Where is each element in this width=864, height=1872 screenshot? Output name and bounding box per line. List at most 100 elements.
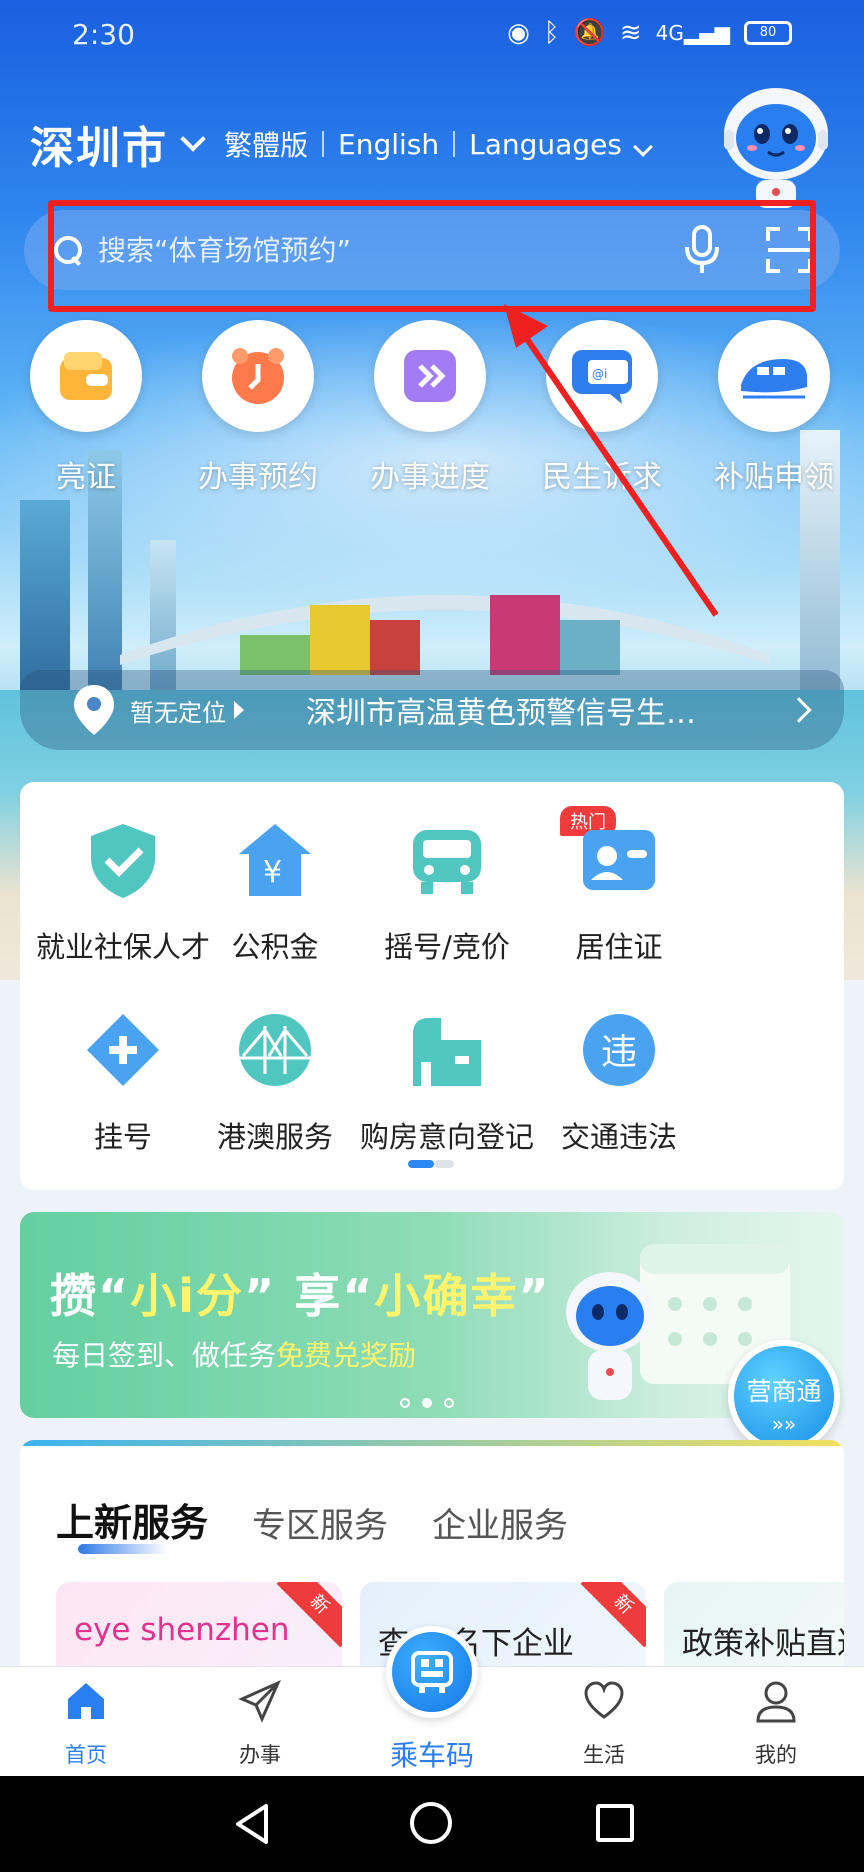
weather-alert-text[interactable]: 深圳市高温黄色预警信号生…	[306, 688, 790, 732]
violation-icon: 违	[583, 1014, 655, 1086]
quick-action-show-id[interactable]: 亮证	[0, 320, 172, 496]
location-status: 暂无定位	[130, 698, 226, 727]
home-circle-icon[interactable]	[410, 1802, 452, 1844]
page-dot-active	[408, 1160, 434, 1168]
business-service-floating-button[interactable]: 营商通 »»	[728, 1340, 840, 1452]
services-card: 就业社保人才 ¥ 公积金 摇号/竞价 热门 居住证 挂号 港澳服务 购房意向登记…	[20, 782, 844, 1190]
traditional-chinese-link[interactable]: 繁體版	[224, 124, 308, 164]
tile-text: 政策补贴直达	[682, 1626, 844, 1662]
train-icon	[718, 320, 830, 432]
tile-text: eye shenzhen	[74, 1612, 290, 1648]
network-type: 4G	[655, 21, 684, 45]
service-label: 交通违法	[560, 1120, 677, 1154]
svg-text:违: 违	[601, 1032, 637, 1073]
carousel-dot-active	[422, 1398, 432, 1408]
carousel-dot	[400, 1398, 410, 1408]
tab-zone-services[interactable]: 专区服务	[252, 1498, 388, 1547]
promo-title: 攒“小i分” 享“小确幸”	[50, 1260, 551, 1326]
section-tabs: 上新服务 专区服务 企业服务	[56, 1492, 568, 1547]
service-traffic-violation[interactable]: 违 交通违法	[516, 1010, 722, 1156]
nav-home[interactable]: 首页	[26, 1679, 146, 1769]
bus-qr-icon	[411, 1651, 453, 1693]
system-navigation-bar	[0, 1776, 864, 1872]
carousel-dot	[444, 1398, 454, 1408]
chevron-down-icon	[633, 136, 653, 157]
bluetooth-icon: ᛒ	[543, 18, 560, 48]
tab-new-services[interactable]: 上新服务	[56, 1492, 208, 1547]
yuan-house-icon: ¥	[239, 824, 311, 896]
promo-title-highlight: 小i分	[130, 1269, 245, 1323]
medical-plus-icon	[87, 1014, 159, 1086]
promo-title-part: ”	[518, 1269, 551, 1323]
nav-life[interactable]: 生活	[544, 1679, 664, 1769]
id-card-icon	[583, 830, 655, 890]
english-link[interactable]: English	[338, 128, 439, 161]
page-indicator	[408, 1160, 454, 1168]
tab-enterprise-services[interactable]: 企业服务	[432, 1498, 568, 1547]
promo-title-part: 攒“	[50, 1269, 131, 1323]
recent-apps-icon[interactable]	[596, 1804, 634, 1842]
chevron-down-icon[interactable]	[180, 126, 206, 152]
chevron-right-icon	[786, 697, 812, 723]
service-label: 居住证	[575, 930, 663, 964]
active-tab-indicator	[78, 1544, 168, 1554]
city-selector[interactable]: 深圳市	[30, 112, 168, 176]
nav-label: 首页	[65, 1743, 107, 1767]
new-badge: 新	[580, 1582, 646, 1648]
clock-icon	[202, 320, 314, 432]
nav-services[interactable]: 办事	[200, 1679, 320, 1769]
annotation-arrow	[504, 304, 719, 617]
location-pin-icon	[74, 685, 114, 735]
promo-carousel-dots	[400, 1398, 454, 1408]
battery-level: 80	[759, 25, 777, 40]
promo-title-highlight: 小确幸	[374, 1269, 519, 1323]
svg-text:¥: ¥	[263, 855, 282, 890]
shield-check-icon	[91, 824, 155, 898]
ride-code-button[interactable]	[386, 1626, 478, 1718]
eye-icon: ◉	[507, 18, 530, 48]
mascot-robot-icon[interactable]	[716, 80, 836, 210]
user-icon	[756, 1681, 796, 1723]
status-bar: 2:30 ◉ ᛒ 🔕 ≋ 4G▂▄▆ 80	[0, 0, 864, 70]
back-icon[interactable]	[232, 1802, 272, 1846]
nav-label: 办事	[239, 1743, 281, 1767]
service-residence-permit[interactable]: 居住证	[516, 820, 722, 966]
status-time: 2:30	[72, 18, 135, 51]
wallet-icon	[30, 320, 142, 432]
divider	[453, 131, 456, 157]
nav-mine[interactable]: 我的	[716, 1679, 836, 1769]
mascot-icon	[566, 1272, 654, 1400]
promo-subtitle: 每日签到、做任务免费兑奖励	[52, 1334, 416, 1374]
battery-icon: 80	[744, 21, 792, 45]
signal-icon: 4G▂▄▆	[655, 21, 730, 45]
home-icon	[68, 1683, 104, 1719]
nav-label: 生活	[583, 1743, 625, 1767]
car-icon	[413, 830, 481, 894]
triangle-right-icon	[234, 701, 244, 719]
promo-title-part: ” 享“	[244, 1269, 375, 1323]
floating-button-label: 营商通	[746, 1377, 822, 1406]
quick-action-label: 亮证	[56, 460, 116, 495]
languages-dropdown[interactable]: Languages	[469, 127, 653, 161]
languages-label: Languages	[469, 127, 622, 161]
heart-icon	[584, 1681, 624, 1719]
ride-code-label[interactable]: 乘车码	[372, 1734, 492, 1774]
building-icon	[413, 1018, 481, 1086]
section-accent-line	[20, 1440, 844, 1446]
progress-icon	[374, 320, 486, 432]
page-dot	[434, 1160, 454, 1168]
location-alert-bar[interactable]: 暂无定位 深圳市高温黄色预警信号生…	[20, 670, 844, 750]
header: 深圳市 繁體版 English Languages	[30, 112, 653, 176]
nav-label: 我的	[755, 1743, 797, 1767]
wifi-icon: ≋	[619, 18, 642, 48]
mute-icon: 🔕	[573, 18, 606, 48]
quick-actions: 亮证 办事预约 办事进度 @i 民生诉求 补贴申领	[0, 320, 864, 500]
promo-sub-part: 每日签到、做任务	[52, 1339, 277, 1372]
bridge-icon	[239, 1014, 311, 1086]
promo-banner[interactable]: 攒“小i分” 享“小确幸” 每日签到、做任务免费兑奖励	[20, 1212, 844, 1418]
double-chevron-icon: »»	[771, 1412, 797, 1436]
status-icons: ◉ ᛒ 🔕 ≋ 4G▂▄▆ 80	[507, 18, 792, 48]
paper-plane-icon	[238, 1680, 281, 1723]
quick-action-appointment[interactable]: 办事预约	[172, 320, 344, 496]
quick-action-label: 办事预约	[198, 460, 318, 495]
